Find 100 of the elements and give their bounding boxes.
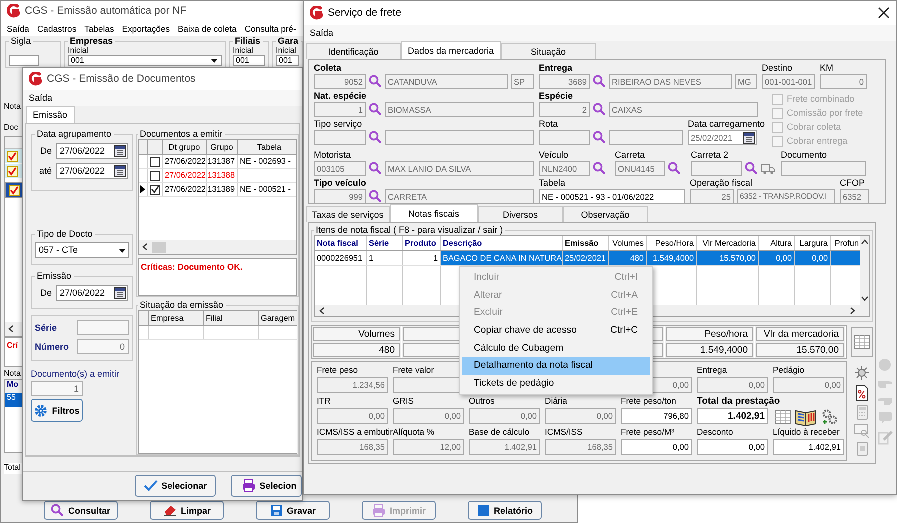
date-field[interactable]: 27/06/2022: [56, 285, 128, 301]
tab[interactable]: Nota: [4, 102, 23, 114]
input-field[interactable]: 1.402,91: [773, 439, 844, 455]
input-field[interactable]: [9, 55, 39, 66]
menu-item[interactable]: Tabelas: [80, 24, 118, 34]
scroll-right-icon[interactable]: [850, 306, 856, 314]
scroll-left-icon[interactable]: [8, 325, 14, 333]
column-header[interactable]: Emissão: [563, 236, 609, 250]
date-field[interactable]: 27/06/2022: [56, 143, 128, 159]
scrollbar[interactable]: [139, 240, 296, 254]
search-icon[interactable]: [668, 162, 681, 175]
date-field[interactable]: 25/02/2021: [688, 130, 757, 145]
input-field[interactable]: [781, 161, 866, 176]
input-field[interactable]: MG: [735, 74, 757, 89]
calendar-icon[interactable]: [114, 165, 126, 177]
action-button[interactable]: Relatório: [468, 501, 542, 520]
filters-button[interactable]: Filtros: [31, 399, 83, 422]
dropdown[interactable]: 057 - CTe: [35, 242, 129, 258]
menu-item[interactable]: Cálculo de Cubagem: [462, 339, 650, 357]
tab[interactable]: Taxas de serviços: [306, 206, 390, 222]
input-field[interactable]: 6352: [840, 189, 869, 204]
tab[interactable]: Emissão: [26, 106, 75, 123]
table-row[interactable]: 27/06/2022 131389 NE - 000521 -: [139, 183, 296, 197]
calculator-button[interactable]: [851, 327, 873, 357]
scroll-up-icon[interactable]: [860, 239, 868, 245]
table-cell[interactable]: 0,00: [795, 251, 831, 265]
column-header[interactable]: Produto: [403, 236, 441, 250]
input-field[interactable]: SP: [511, 74, 534, 89]
column-header[interactable]: Peso/Hora: [647, 236, 697, 250]
input-field[interactable]: CAIXAS: [609, 102, 758, 117]
checkbox[interactable]: [150, 170, 160, 180]
column-header[interactable]: Descrição: [441, 236, 563, 250]
search-icon[interactable]: [369, 162, 382, 175]
input-field[interactable]: ONU4145: [615, 161, 665, 176]
input-field[interactable]: 003105: [314, 161, 366, 176]
input-field[interactable]: 25: [690, 189, 734, 204]
search-icon[interactable]: [593, 103, 606, 116]
input-field[interactable]: 0,00: [697, 439, 768, 455]
input-field[interactable]: [314, 130, 366, 145]
action-button[interactable]: Selecion: [230, 475, 302, 497]
column-header[interactable]: Dt grupo: [163, 140, 207, 154]
search-icon[interactable]: [369, 103, 382, 116]
input-field[interactable]: BIOMASSA: [385, 102, 534, 117]
input-field[interactable]: 3689: [539, 74, 590, 89]
table-cell[interactable]: 1: [367, 251, 403, 265]
tab[interactable]: Notas fiscais: [390, 204, 478, 222]
close-icon[interactable]: [878, 7, 890, 19]
table-cell[interactable]: 1.549,4000: [647, 251, 697, 265]
action-button[interactable]: Limpar: [150, 501, 224, 520]
table-icon[interactable]: [775, 410, 791, 424]
menu-item[interactable]: Saída: [25, 93, 57, 103]
tab[interactable]: Situação: [501, 43, 596, 59]
input-field[interactable]: 796,80: [621, 408, 692, 424]
action-button[interactable]: Selecionar: [135, 475, 216, 497]
input-field[interactable]: [691, 161, 742, 176]
menu-item[interactable]: Exportações: [118, 24, 174, 34]
checkbox[interactable]: [7, 150, 18, 162]
search-icon[interactable]: [745, 162, 758, 175]
percent-document-icon[interactable]: [856, 385, 868, 401]
search-icon[interactable]: [593, 162, 606, 175]
column-header[interactable]: Largura: [795, 236, 831, 250]
input-field[interactable]: CARRETA: [385, 189, 534, 204]
menu-item[interactable]: Baixa de coleta: [174, 24, 241, 34]
input-field[interactable]: 0: [77, 339, 129, 354]
menu-item[interactable]: Detalhamento da nota fiscal: [462, 356, 650, 375]
column-header[interactable]: Volumes: [609, 236, 647, 250]
scrollbar[interactable]: [860, 236, 869, 316]
column-header[interactable]: Grupo: [207, 140, 238, 154]
input-field[interactable]: [77, 320, 129, 335]
input-field[interactable]: 001: [68, 55, 222, 66]
tab[interactable]: Dados da mercadoria: [401, 41, 501, 59]
table-row[interactable]: 27/06/2022 131387 NE - 002693 -: [139, 155, 296, 169]
column-header[interactable]: Empresa: [149, 311, 204, 325]
input-field[interactable]: 001: [233, 55, 265, 66]
calendar-icon[interactable]: [114, 287, 126, 299]
tab[interactable]: Observação: [563, 206, 648, 222]
book-icon[interactable]: [795, 408, 817, 426]
input-field[interactable]: 9052: [314, 74, 366, 89]
date-field[interactable]: 27/06/2022: [56, 163, 128, 179]
table-cell[interactable]: 0000226951: [315, 251, 367, 265]
checkbox[interactable]: [150, 156, 160, 166]
checkbox[interactable]: [150, 184, 160, 194]
table-cell[interactable]: 480: [609, 251, 647, 265]
input-field[interactable]: 0,00: [621, 439, 692, 455]
menu-item[interactable]: Cadastros: [33, 24, 81, 34]
menu-item[interactable]: Copiar chave de acesso Ctrl+C: [462, 322, 650, 340]
input-field[interactable]: 1: [314, 102, 366, 117]
table-cell[interactable]: 0,00: [759, 251, 795, 265]
column-header[interactable]: Altura: [759, 236, 795, 250]
input-field[interactable]: [609, 130, 683, 145]
scroll-left-icon[interactable]: [142, 243, 148, 251]
calendar-icon[interactable]: [114, 145, 126, 157]
action-button[interactable]: Consultar: [44, 501, 118, 520]
table-row[interactable]: 0000226951 1 1 BAGACO DE CANA IN NATURA 25/02/2021 480 1.549,4000 15.570,00 0,00 0,00: [315, 251, 860, 266]
table-row[interactable]: 27/06/2022 131388: [139, 169, 296, 183]
input-field[interactable]: CATANDUVA: [385, 74, 508, 89]
input-field[interactable]: RIBEIRAO DAS NEVES: [609, 74, 732, 89]
menu-item[interactable]: Saída: [3, 24, 34, 34]
column-header[interactable]: Tabela: [238, 140, 296, 154]
table-cell[interactable]: BAGACO DE CANA IN NATURA: [441, 251, 563, 265]
